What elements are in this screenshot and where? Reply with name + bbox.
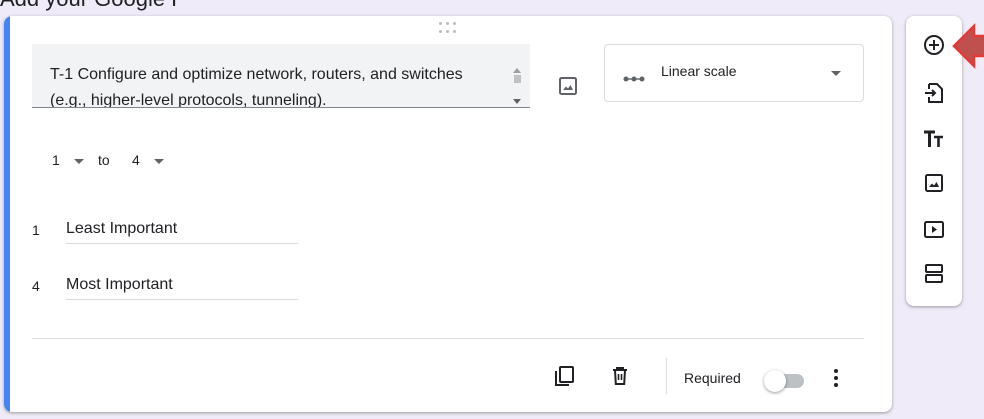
- footer-separator: [666, 358, 667, 394]
- low-label-text: Least Important: [66, 220, 178, 237]
- more-options-icon[interactable]: [824, 366, 848, 390]
- add-image-icon[interactable]: [556, 74, 580, 98]
- add-question-icon[interactable]: [921, 32, 947, 58]
- required-toggle[interactable]: [764, 368, 810, 392]
- low-label-input[interactable]: Least Important: [66, 216, 298, 244]
- add-video-icon[interactable]: [921, 216, 947, 242]
- chevron-down-icon: [831, 71, 841, 76]
- required-label: Required: [684, 370, 741, 386]
- add-title-icon[interactable]: [921, 126, 947, 152]
- scale-to-word: to: [98, 152, 110, 168]
- delete-icon[interactable]: [608, 364, 632, 388]
- high-label-number: 4: [32, 278, 40, 294]
- footer-divider: [32, 338, 864, 339]
- linear-scale-icon: [623, 70, 645, 88]
- question-type-dropdown[interactable]: Linear scale: [604, 44, 864, 102]
- question-type-label: Linear scale: [661, 63, 737, 79]
- chevron-down-icon: [153, 158, 164, 164]
- scale-to-dropdown[interactable]: 4: [132, 152, 164, 168]
- page-caption: Add your Google F: [0, 0, 185, 12]
- high-label-input[interactable]: Most Important: [66, 272, 298, 300]
- arrow-pointer-icon: [952, 22, 984, 70]
- import-questions-icon[interactable]: [921, 80, 947, 106]
- question-scrollbar[interactable]: [512, 68, 522, 107]
- chevron-down-icon: [73, 158, 84, 164]
- low-label-number: 1: [32, 222, 40, 238]
- question-title-text: T-1 Configure and optimize network, rout…: [50, 66, 463, 108]
- drag-handle-icon[interactable]: [436, 22, 460, 36]
- add-section-icon[interactable]: [921, 260, 947, 286]
- scale-to-value: 4: [132, 152, 140, 168]
- active-card-accent: [4, 16, 10, 412]
- question-title-input[interactable]: T-1 Configure and optimize network, rout…: [32, 44, 530, 108]
- duplicate-icon[interactable]: [552, 364, 576, 388]
- question-card: T-1 Configure and optimize network, rout…: [4, 16, 892, 412]
- add-image-icon[interactable]: [921, 170, 947, 196]
- scale-from-dropdown[interactable]: 1: [52, 152, 84, 168]
- high-label-text: Most Important: [66, 276, 173, 293]
- scale-from-value: 1: [52, 152, 60, 168]
